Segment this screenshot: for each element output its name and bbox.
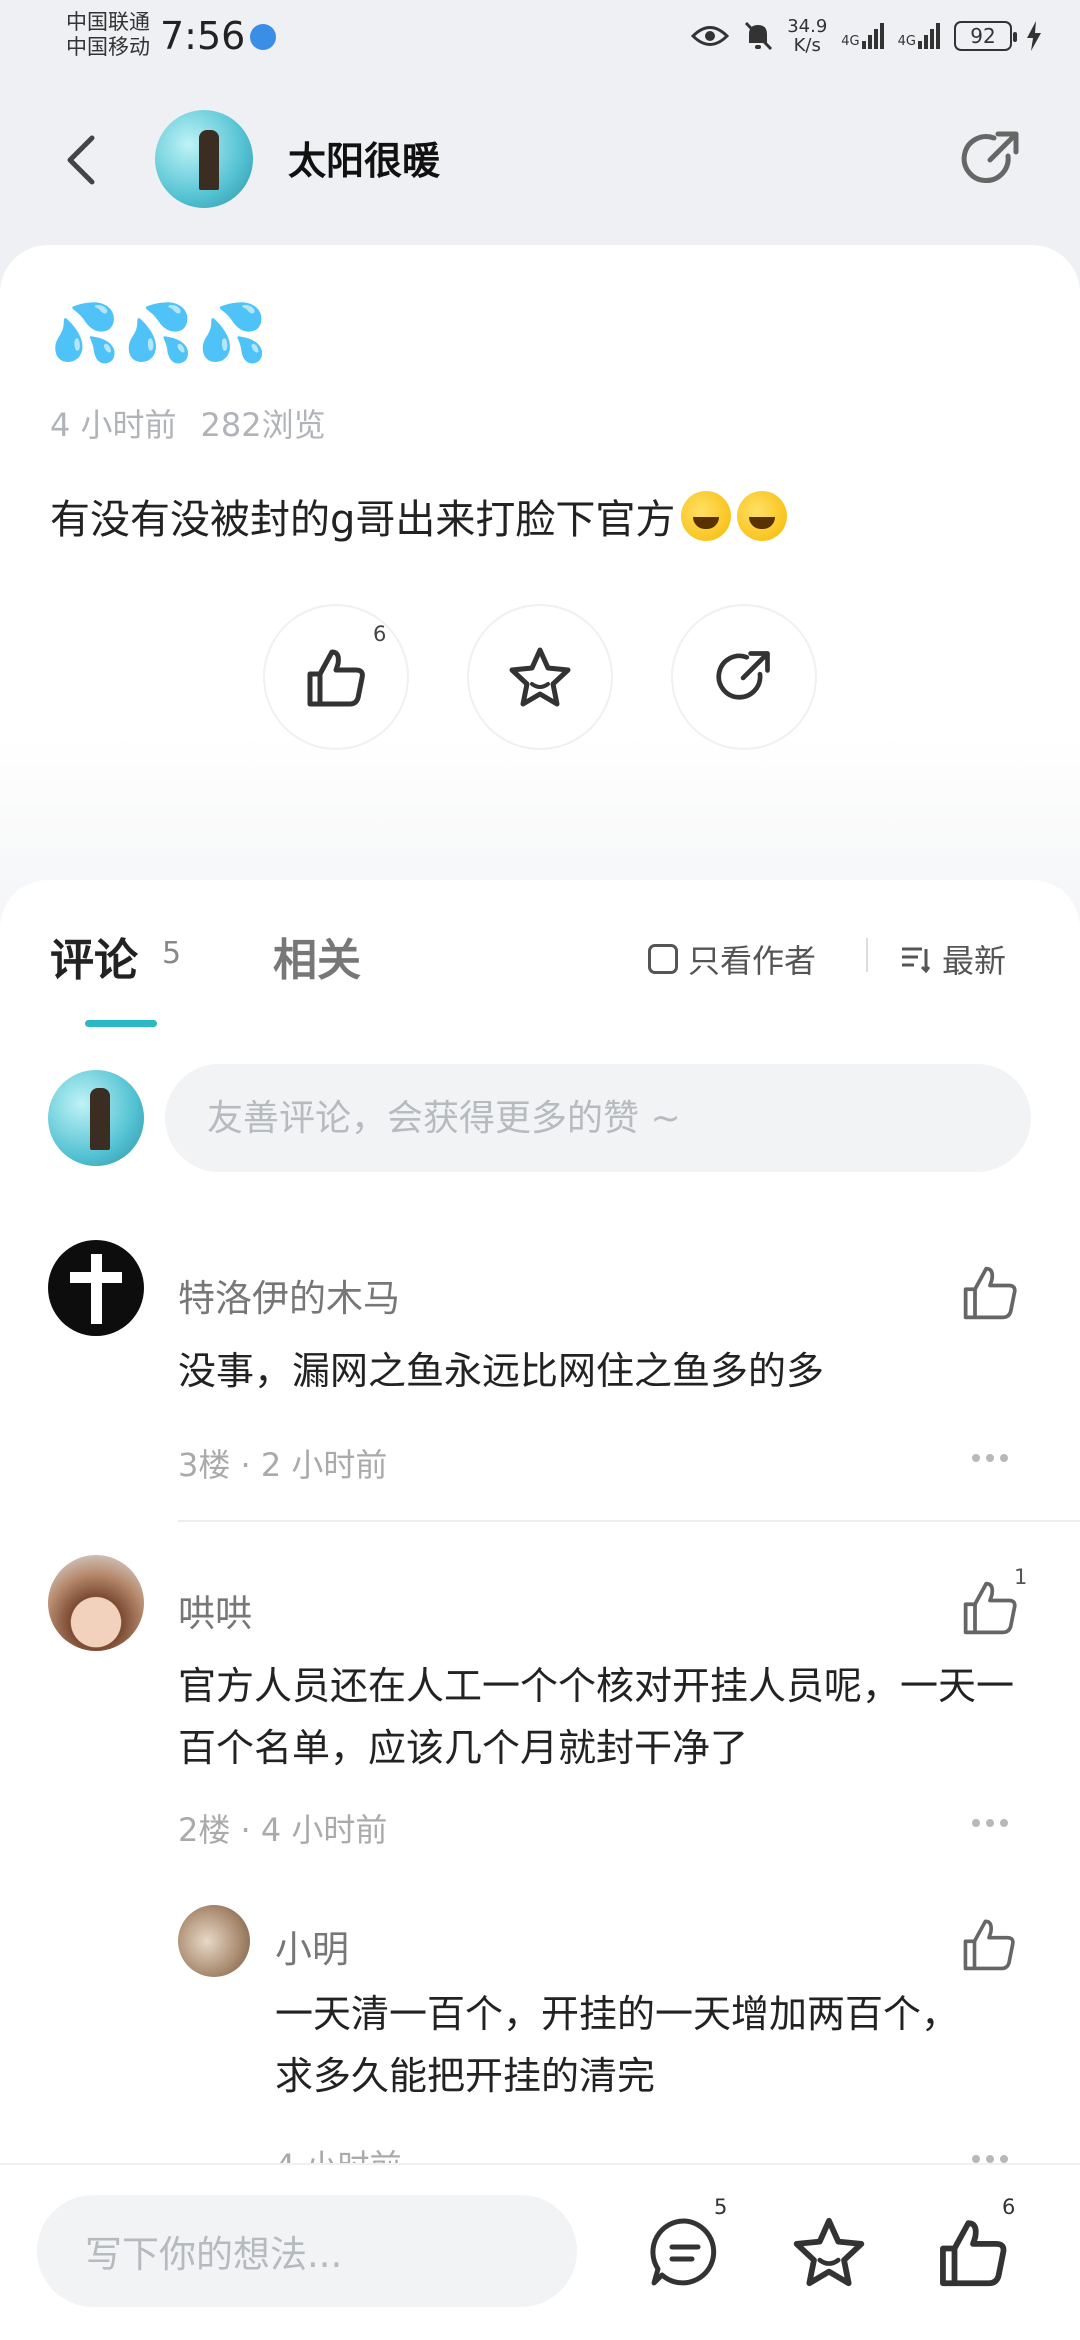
net-type-2: 4G — [897, 34, 916, 49]
status-bar: 中国联通 中国移动 7:56 34.9 K/s 4G 4G 92 — [0, 0, 1080, 72]
bottom-bar: 写下你的想法... 5 6 — [0, 2165, 1080, 2340]
active-tab-indicator — [85, 1020, 157, 1027]
thumbs-up-icon — [307, 649, 365, 707]
comment-input[interactable] — [165, 1064, 1031, 1172]
my-avatar — [48, 1070, 144, 1166]
comment-like-count: 1 — [1014, 1565, 1028, 1589]
speed-value: 34.9 — [787, 16, 828, 37]
carrier-2: 中国移动 — [66, 35, 150, 59]
network-speed: 34.9 K/s — [787, 17, 827, 55]
commenter-avatar[interactable] — [48, 1240, 144, 1336]
share-icon — [716, 651, 770, 700]
comment-footer: 3楼 · 2 小时前 — [178, 1446, 388, 1484]
comment-footer: 2楼 · 4 小时前 — [178, 1811, 388, 1849]
laughing-emoji-icon — [681, 491, 732, 541]
tab-comments[interactable]: 评论 — [50, 924, 138, 988]
thumbs-up-icon[interactable] — [960, 1915, 1018, 1973]
reply-item: 小明 一天清一百个，开挂的一天增加两百个，求多久能把开挂的清完 4 小时前 — [178, 1905, 1078, 2180]
comment-divider — [178, 1520, 1080, 1522]
comment-time: 2 小时前 — [260, 1446, 388, 1484]
comment-floor: 3楼 — [178, 1446, 231, 1484]
signal-2-icon: 4G — [898, 23, 940, 49]
comment-floor: 2楼 — [178, 1811, 231, 1849]
divider — [866, 938, 868, 972]
only-author-toggle[interactable]: 只看作者 — [648, 936, 816, 982]
comments-sheet: 评论 5 相关 只看作者 最新 特洛伊的木马 没事，漏网之鱼永远比网住之鱼多的多… — [0, 880, 1080, 2180]
battery-icon: 92 — [954, 21, 1017, 51]
chevron-left-icon — [67, 135, 95, 185]
commenter-name[interactable]: 特洛伊的木马 — [178, 1268, 400, 1322]
laughing-emoji-icon — [737, 491, 788, 541]
comments-count: 5 — [162, 936, 182, 971]
top-nav: 太阳很暖 — [0, 90, 1080, 230]
comment-composer — [0, 1064, 1080, 1180]
bottom-comment-count: 5 — [714, 2195, 728, 2219]
star-icon — [509, 647, 571, 707]
replier-name[interactable]: 小明 — [275, 1919, 349, 1973]
post-favorite-button[interactable] — [469, 606, 611, 748]
post-title-emoji: 💦💦💦 — [50, 301, 272, 366]
post-text: 有没有没被封的g哥出来打脸下官方 — [50, 497, 676, 543]
post-like-button[interactable]: 6 — [265, 606, 407, 748]
post-content: 有没有没被封的g哥出来打脸下官方 — [50, 487, 788, 545]
share-icon[interactable] — [958, 126, 1024, 192]
thumbs-up-icon[interactable] — [960, 1262, 1020, 1322]
speed-unit: K/s — [793, 35, 821, 56]
comment-tabs: 评论 5 相关 只看作者 最新 — [0, 880, 1080, 1030]
charging-icon — [1027, 21, 1041, 51]
comment-text: 官方人员还在人工一个个核对开挂人员呢，一天一百个名单，应该几个月就封干净了 — [178, 1664, 1015, 1770]
post-share-button[interactable] — [673, 606, 815, 748]
post-like-count: 6 — [373, 622, 387, 646]
more-options-icon[interactable] — [972, 1819, 1012, 1833]
post-actions: 6 — [0, 606, 1080, 750]
author-avatar[interactable] — [155, 110, 253, 208]
mute-bell-icon — [745, 21, 773, 51]
thumbs-up-icon[interactable] — [936, 2215, 1010, 2289]
tab-related[interactable]: 相关 — [273, 924, 361, 988]
eye-icon — [691, 26, 730, 46]
sort-icon — [902, 947, 930, 973]
post-meta: 4 小时前 282浏览 — [50, 400, 326, 446]
author-name[interactable]: 太阳很暖 — [288, 130, 440, 185]
star-icon[interactable] — [792, 2215, 866, 2289]
signal-1-icon: 4G — [841, 23, 884, 49]
bottom-like-count: 6 — [1002, 2195, 1016, 2219]
only-author-label: 只看作者 — [688, 942, 817, 980]
comment-text: 没事，漏网之鱼永远比网住之鱼多的多 — [178, 1349, 825, 1393]
reply-text: 一天清一百个，开挂的一天增加两百个，求多久能把开挂的清完 — [275, 1992, 960, 2098]
status-icons: 34.9 K/s 4G 4G 92 — [691, 14, 1042, 58]
post-time: 4 小时前 — [50, 406, 177, 444]
commenter-name[interactable]: 哄哄 — [178, 1583, 252, 1637]
replier-avatar[interactable] — [178, 1905, 250, 1977]
checkbox-icon[interactable] — [648, 944, 678, 974]
commenter-avatar[interactable] — [48, 1555, 144, 1651]
post-views: 282浏览 — [200, 406, 326, 444]
comment-time: 4 小时前 — [260, 1811, 388, 1849]
carrier-info: 中国联通 中国移动 — [66, 10, 150, 60]
back-button[interactable] — [56, 130, 106, 190]
comment-item: 特洛伊的木马 没事，漏网之鱼永远比网住之鱼多的多 3楼 · 2 小时前 — [0, 1240, 1080, 1540]
vpn-icon — [250, 24, 276, 50]
clock: 7:56 — [160, 14, 246, 58]
battery-level: 92 — [970, 24, 996, 48]
write-comment-input[interactable]: 写下你的想法... — [37, 2195, 577, 2307]
net-type-1: 4G — [841, 34, 860, 49]
sort-button[interactable]: 最新 — [900, 936, 1006, 982]
sort-label: 最新 — [942, 942, 1007, 980]
thumbs-up-icon[interactable] — [960, 1577, 1020, 1637]
more-options-icon[interactable] — [972, 1454, 1012, 1468]
carrier-1: 中国联通 — [66, 10, 150, 34]
comment-item: 哄哄 1 官方人员还在人工一个个核对开挂人员呢，一天一百个名单，应该几个月就封干… — [0, 1555, 1080, 1895]
comment-icon[interactable] — [648, 2215, 722, 2289]
